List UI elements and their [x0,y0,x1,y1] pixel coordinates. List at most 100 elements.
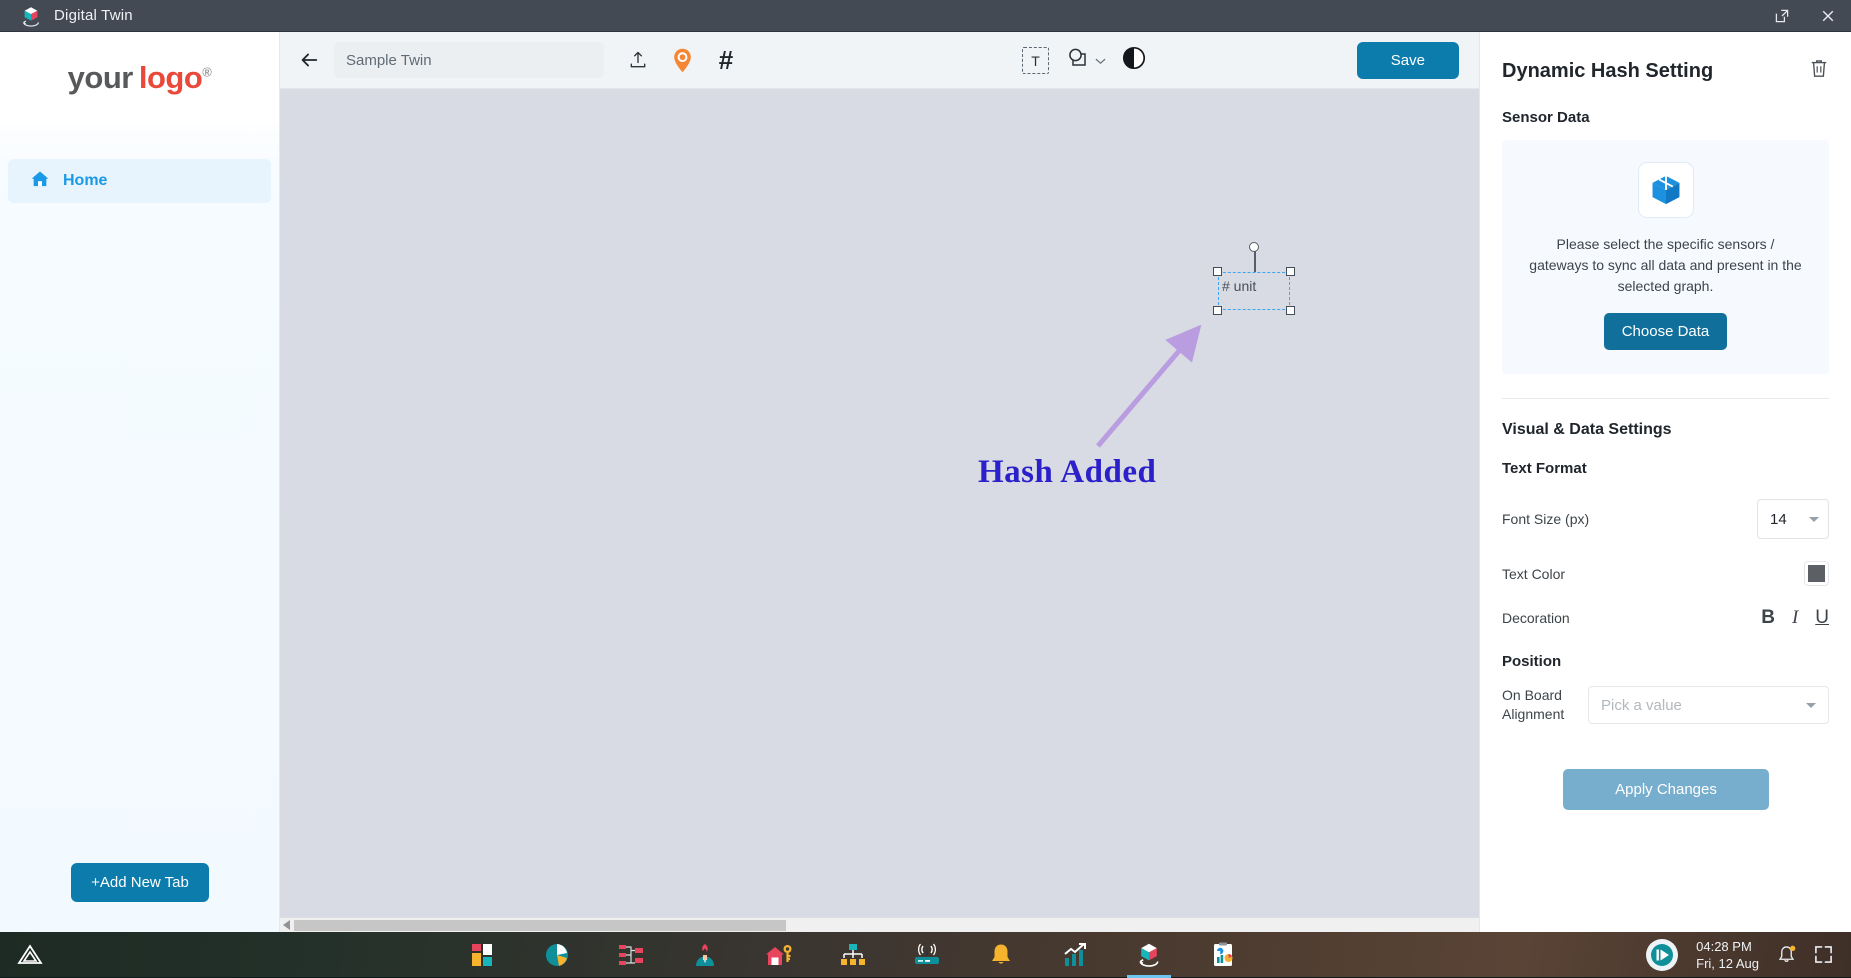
report-icon[interactable] [1209,941,1237,969]
add-new-tab-button[interactable]: +Add New Tab [71,863,209,902]
text-color-label: Text Color [1502,566,1565,582]
sidebar-nav: Home [0,159,279,203]
pie-chart-icon[interactable] [543,941,571,969]
location-pin-icon[interactable] [664,42,700,78]
clock-date: Fri, 12 Aug [1696,955,1759,972]
font-size-select[interactable]: 14 [1757,499,1829,539]
decoration-label: Decoration [1502,610,1570,626]
sensor-data-card: Please select the specific sensors / gat… [1502,140,1829,374]
text-color-row: Text Color [1502,561,1829,586]
shape-tool-button[interactable] [1065,46,1106,75]
text-color-swatch[interactable] [1804,561,1829,586]
editor-toolbar: # T [280,32,1479,89]
arrow-left-icon[interactable] [292,43,326,77]
notification-bell-icon[interactable] [1777,944,1796,965]
hash-tool-icon[interactable]: # [708,42,744,78]
color-chip [1808,565,1825,582]
choose-data-button[interactable]: Choose Data [1604,313,1728,350]
router-icon[interactable] [913,941,941,969]
os-taskbar: 04:28 PM Fri, 12 Aug [0,932,1851,977]
text-format-label: Text Format [1502,460,1829,477]
chevron-down-icon [1095,52,1106,70]
design-canvas[interactable]: # unit Hash Added [280,89,1479,917]
taskbar-apps [60,941,1646,969]
trash-icon[interactable] [1809,58,1829,84]
font-size-row: Font Size (px) 14 [1502,499,1829,539]
taskbar-clock[interactable]: 04:28 PM Fri, 12 Aug [1696,938,1759,972]
alignment-select[interactable]: Pick a value [1588,686,1829,724]
alignment-row: On Board Alignment Pick a value [1502,686,1829,724]
clock-time: 04:28 PM [1696,938,1759,955]
arrow-up-right-icon [1090,324,1210,454]
bell-alert-icon[interactable] [987,941,1015,969]
visual-settings-label: Visual & Data Settings [1502,421,1829,439]
apply-container: Apply Changes [1480,769,1851,810]
chevron-down-icon [1806,703,1816,708]
shapes-icon [1065,46,1091,75]
underline-button[interactable]: U [1815,608,1829,627]
resize-handle-bottom-left[interactable] [1213,306,1222,315]
sidebar-item-label: Home [63,172,107,190]
center-tool-group: T [1022,32,1146,89]
italic-button[interactable]: I [1792,608,1798,627]
scrollbar-thumb[interactable] [294,920,786,931]
sensor-data-label: Sensor Data [1502,109,1829,126]
expand-icon[interactable] [1814,945,1833,964]
contrast-icon[interactable] [1122,46,1146,75]
panel-header: Dynamic Hash Setting [1502,32,1829,84]
canvas-horizontal-scrollbar[interactable] [280,917,1479,932]
scrollbar-track[interactable] [294,920,1479,931]
panel-title: Dynamic Hash Setting [1502,60,1713,83]
digital-twin-icon[interactable] [1135,941,1163,969]
hierarchy-icon[interactable] [617,941,645,969]
logo-registered-mark: ® [202,65,211,80]
cube-3d-icon [20,5,42,27]
sidebar-item-home[interactable]: Home [8,159,271,203]
annotation-label: Hash Added [978,454,1156,491]
user-profile-icon[interactable] [691,941,719,969]
main-area: # T [280,32,1479,932]
org-chart-icon[interactable] [839,941,867,969]
taskbar-tray: 04:28 PM Fri, 12 Aug [1646,938,1851,972]
start-button[interactable] [0,943,60,967]
rotate-handle[interactable] [1249,242,1259,252]
resize-handle-bottom-right[interactable] [1286,306,1295,315]
trending-chart-icon[interactable] [1061,941,1089,969]
save-button[interactable]: Save [1357,42,1459,79]
properties-panel: Dynamic Hash Setting Sensor Data [1479,32,1851,932]
home-key-icon[interactable] [765,941,793,969]
hash-element-text: # unit [1222,278,1256,294]
media-player-icon[interactable] [1646,939,1678,971]
font-size-label: Font Size (px) [1502,511,1589,527]
chevron-down-icon [1809,517,1819,522]
apply-changes-button[interactable]: Apply Changes [1563,769,1769,810]
window-title-bar: Digital Twin [0,0,1851,32]
hash-element-selected[interactable]: # unit [1218,272,1290,310]
resize-handle-top-right[interactable] [1286,267,1295,276]
sensor-card-description: Please select the specific sensors / gat… [1528,234,1803,297]
logo-text-secondary: logo [139,60,202,95]
close-icon[interactable] [1805,0,1851,32]
text-tool-button[interactable]: T [1022,47,1049,74]
dashboard-tiles-icon[interactable] [469,941,497,969]
cube-3d-icon [1638,162,1694,218]
upload-icon[interactable] [620,42,656,78]
scroll-left-arrow[interactable] [280,920,294,930]
decoration-group: B I U [1761,608,1829,627]
external-window-icon[interactable] [1759,0,1805,32]
resize-handle-top-left[interactable] [1213,267,1222,276]
application-body: yourlogo® Home +Add New Tab [0,32,1851,932]
brand-logo: yourlogo® [0,32,279,124]
add-tab-container: +Add New Tab [0,863,280,902]
window-title: Digital Twin [54,7,133,24]
font-size-value: 14 [1770,511,1787,528]
twin-name-input[interactable] [334,42,604,78]
alignment-label: On Board Alignment [1502,686,1588,724]
alignment-placeholder: Pick a value [1601,697,1682,714]
home-icon [30,169,50,194]
panel-divider [1502,398,1829,399]
rotate-handle-stem [1254,249,1256,272]
bold-button[interactable]: B [1761,608,1775,627]
left-sidebar: yourlogo® Home +Add New Tab [0,32,280,932]
logo-text-primary: your [68,60,133,95]
